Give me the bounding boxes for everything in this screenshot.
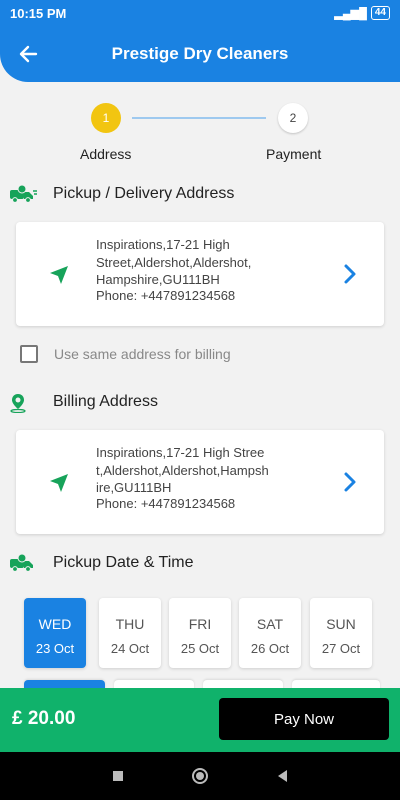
date-day: THU (115, 616, 145, 632)
signal-icon: ▂▄▆█ (334, 7, 367, 20)
navigation-arrow-icon (50, 266, 68, 284)
date-day: SAT (256, 616, 284, 632)
same-billing-label: Use same address for billing (54, 346, 231, 362)
pickup-section-header: Pickup / Delivery Address (0, 179, 400, 209)
pickup-phone: Phone: +447891234568 (96, 288, 236, 303)
date-value: 24 Oct (110, 641, 150, 656)
chevron-right-icon (344, 472, 356, 492)
billing-phone: Phone: +447891234568 (96, 496, 236, 511)
date-value: 27 Oct (321, 641, 361, 656)
same-billing-checkbox[interactable] (20, 345, 38, 363)
pickup-section-title: Pickup / Delivery Address (53, 185, 235, 202)
billing-section-title: Billing Address (53, 393, 158, 410)
pickup-datetime-title: Pickup Date & Time (53, 554, 194, 571)
date-option-sun[interactable]: SUN 27 Oct (310, 598, 372, 668)
billing-section-header: Billing Address (0, 387, 400, 417)
recents-square-icon[interactable] (108, 766, 128, 786)
billing-address-card[interactable]: Inspirations,17-21 High Street,Aldershot… (16, 430, 384, 534)
checkout-bar: £ 20.00 Pay Now (0, 688, 400, 752)
date-day: SUN (326, 616, 356, 632)
status-icons: ▂▄▆█ 44 (334, 6, 390, 20)
chevron-right-icon (344, 264, 356, 284)
status-bar: 10:15 PM ▂▄▆█ 44 (0, 0, 400, 26)
step-1-label: Address (80, 146, 132, 162)
step-connector (132, 117, 266, 119)
date-option-sat[interactable]: SAT 26 Oct (239, 598, 301, 668)
date-option-wed[interactable]: WED 23 Oct (24, 598, 86, 668)
back-button[interactable] (14, 40, 42, 68)
step-2-label: Payment (266, 146, 322, 162)
date-selector: WED 23 Oct THU 24 Oct FRI 25 Oct SAT 26 … (24, 598, 384, 668)
date-value: 25 Oct (180, 641, 220, 656)
date-value: 26 Oct (250, 641, 290, 656)
app-header: Prestige Dry Cleaners (0, 26, 400, 82)
battery-icon: 44 (370, 6, 390, 20)
date-option-thu[interactable]: THU 24 Oct (99, 598, 161, 668)
total-price: £ 20.00 (12, 708, 76, 729)
home-circle-icon[interactable] (190, 766, 210, 786)
pickup-address-card[interactable]: Inspirations,17-21 High Street,Aldershot… (16, 222, 384, 326)
step-2-indicator: 2 (278, 103, 308, 133)
same-billing-checkbox-row[interactable]: Use same address for billing (20, 343, 231, 365)
battery-level: 44 (374, 7, 386, 18)
checkout-stepper: 1 2 Address Payment (0, 100, 400, 170)
android-nav-bar (0, 752, 400, 800)
pay-now-button[interactable]: Pay Now (219, 698, 389, 740)
date-option-fri[interactable]: FRI 25 Oct (169, 598, 231, 668)
date-day: WED (38, 616, 72, 632)
navigation-arrow-icon (50, 474, 68, 492)
back-triangle-icon[interactable] (273, 766, 293, 786)
date-value: 23 Oct (35, 641, 75, 656)
date-day: FRI (188, 616, 212, 632)
billing-address-text: Inspirations,17-21 High Street,Aldershot… (96, 445, 269, 495)
status-time: 10:15 PM (10, 5, 67, 21)
step-1-indicator: 1 (91, 103, 121, 133)
arrow-left-icon (19, 45, 38, 63)
delivery-truck-icon (10, 184, 37, 203)
page-title: Prestige Dry Cleaners (111, 44, 289, 63)
pickup-datetime-section-header: Pickup Date & Time (0, 548, 400, 578)
delivery-truck-icon (10, 553, 33, 572)
map-pin-icon (10, 394, 26, 413)
pickup-address-text: Inspirations,17-21 High Street,Aldershot… (96, 237, 252, 287)
